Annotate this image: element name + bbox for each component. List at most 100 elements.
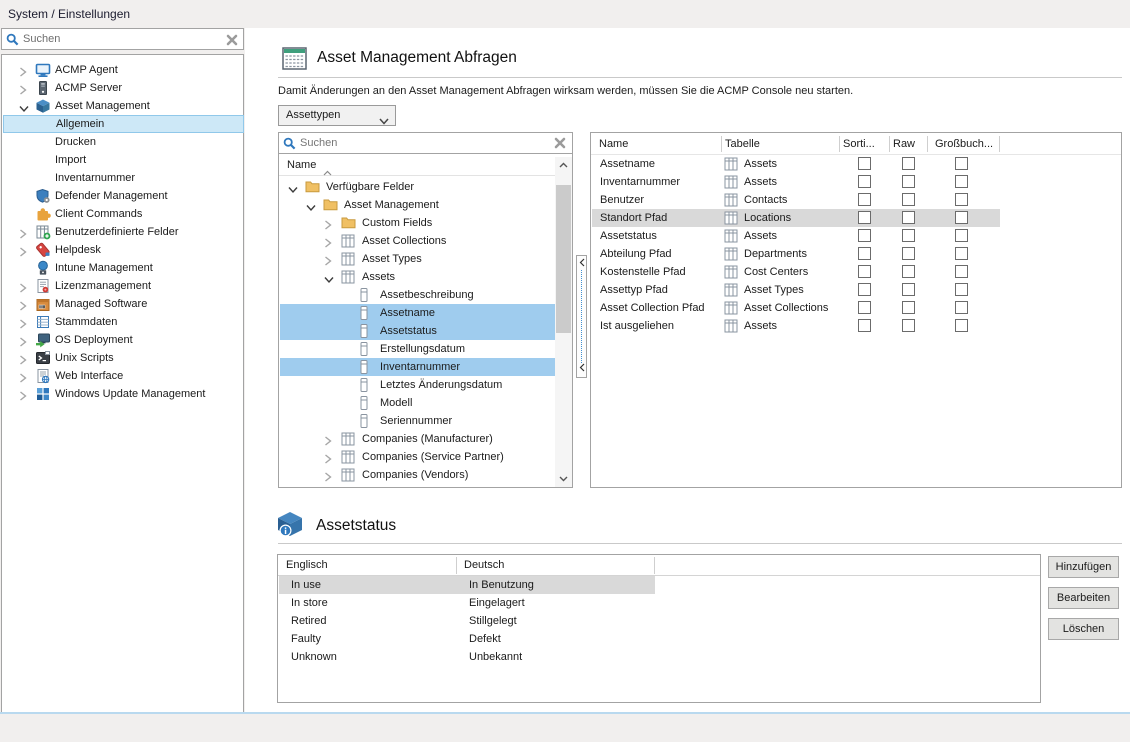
grossbuchstaben-checkbox[interactable] [955, 229, 968, 242]
status-row-unknown[interactable]: Unknown Unbekannt [279, 648, 655, 666]
tree-item-custom-fields[interactable]: Custom Fields [280, 214, 556, 232]
tree-item-seriennummer[interactable]: Seriennummer [280, 412, 556, 430]
columns-row-benutzer[interactable]: Benutzer Contacts [592, 191, 1000, 209]
fields-scrollbar[interactable] [555, 157, 572, 487]
raw-checkbox[interactable] [902, 247, 915, 260]
sidebar-item-import[interactable]: Import [3, 151, 244, 169]
raw-checkbox[interactable] [902, 265, 915, 278]
columns-row-asset-collection-pfad[interactable]: Asset Collection Pfad Asset Collections [592, 299, 1000, 317]
scroll-up-button[interactable] [555, 157, 572, 173]
status-row-in-use[interactable]: In use In Benutzung [279, 576, 655, 594]
raw-checkbox[interactable] [902, 283, 915, 296]
sortierung-checkbox[interactable] [858, 229, 871, 242]
sortierung-checkbox[interactable] [858, 157, 871, 170]
collapse-left-icon[interactable] [579, 363, 585, 375]
raw-checkbox[interactable] [902, 301, 915, 314]
sidebar-item-windows-update-management[interactable]: Windows Update Management [3, 385, 244, 403]
sidebar-item-asset-management[interactable]: Asset Management [3, 97, 244, 115]
sortierung-checkbox[interactable] [858, 175, 871, 188]
sidebar-item-acmp-server[interactable]: ACMP Server [3, 79, 244, 97]
sidebar-search-input[interactable] [23, 31, 221, 47]
fields-column-header[interactable]: Name [279, 155, 572, 176]
tree-item-companies-vendors[interactable]: Companies (Vendors) [280, 466, 556, 484]
column-header-englisch[interactable]: Englisch [286, 555, 328, 576]
sidebar-item-drucken[interactable]: Drucken [3, 133, 244, 151]
grossbuchstaben-checkbox[interactable] [955, 283, 968, 296]
tree-item-assets[interactable]: Assets [280, 268, 556, 286]
grossbuchstaben-checkbox[interactable] [955, 247, 968, 260]
raw-checkbox[interactable] [902, 229, 915, 242]
clear-search-icon[interactable] [554, 137, 566, 152]
raw-checkbox[interactable] [902, 175, 915, 188]
columns-row-assetname[interactable]: Assetname Assets [592, 155, 1000, 173]
tree-item-erstellungsdatum[interactable]: Erstellungsdatum [280, 340, 556, 358]
add-button[interactable]: Hinzufügen [1048, 556, 1119, 578]
status-row-faulty[interactable]: Faulty Defekt [279, 630, 655, 648]
chevron-right-icon[interactable] [19, 389, 27, 407]
column-header-grossbuchstaben[interactable]: Großbuch... [935, 133, 993, 155]
grossbuchstaben-checkbox[interactable] [955, 301, 968, 314]
status-row-in-store[interactable]: In store Eingelagert [279, 594, 655, 612]
columns-row-kostenstelle-pfad[interactable]: Kostenstelle Pfad Cost Centers [592, 263, 1000, 281]
column-header-tabelle[interactable]: Tabelle [725, 133, 760, 155]
collapse-left-icon[interactable] [579, 258, 585, 270]
columns-row-inventarnummer[interactable]: Inventarnummer Assets [592, 173, 1000, 191]
sidebar-item-intune-management[interactable]: Intune Management [3, 259, 244, 277]
asset-type-dropdown[interactable]: Assettypen [278, 105, 396, 126]
tree-item-companies-manufacturer[interactable]: Companies (Manufacturer) [280, 430, 556, 448]
sidebar-item-web-interface[interactable]: Web Interface [3, 367, 244, 385]
panel-splitter[interactable] [576, 255, 587, 378]
column-header-deutsch[interactable]: Deutsch [464, 555, 504, 576]
sidebar-item-os-deployment[interactable]: OS Deployment [3, 331, 244, 349]
sidebar-item-defender-management[interactable]: Defender Management [3, 187, 244, 205]
sortierung-checkbox[interactable] [858, 265, 871, 278]
grossbuchstaben-checkbox[interactable] [955, 211, 968, 224]
columns-row-assetstatus[interactable]: Assetstatus Assets [592, 227, 1000, 245]
tree-item-inventarnummer[interactable]: Inventarnummer [280, 358, 556, 376]
tree-item-verfuegbare-felder[interactable]: Verfügbare Felder [280, 178, 556, 196]
fields-search-input[interactable] [300, 135, 545, 151]
sortierung-checkbox[interactable] [858, 301, 871, 314]
sidebar-item-managed-software[interactable]: Managed Software [3, 295, 244, 313]
delete-button[interactable]: Löschen [1048, 618, 1119, 640]
tree-item-asset-types[interactable]: Asset Types [280, 250, 556, 268]
sortierung-checkbox[interactable] [858, 247, 871, 260]
tree-item-letztes-aenderungsdatum[interactable]: Letztes Änderungsdatum [280, 376, 556, 394]
sortierung-checkbox[interactable] [858, 319, 871, 332]
column-header-raw[interactable]: Raw [893, 133, 915, 155]
grossbuchstaben-checkbox[interactable] [955, 319, 968, 332]
grossbuchstaben-checkbox[interactable] [955, 157, 968, 170]
sidebar-item-benutzerdefinierte-felder[interactable]: Benutzerdefinierte Felder [3, 223, 244, 241]
grossbuchstaben-checkbox[interactable] [955, 175, 968, 188]
tree-item-assetbeschreibung[interactable]: Assetbeschreibung [280, 286, 556, 304]
grossbuchstaben-checkbox[interactable] [955, 193, 968, 206]
tree-item-companies-service-partner[interactable]: Companies (Service Partner) [280, 448, 556, 466]
sidebar-item-helpdesk[interactable]: Helpdesk [3, 241, 244, 259]
sidebar-item-stammdaten[interactable]: Stammdaten [3, 313, 244, 331]
raw-checkbox[interactable] [902, 319, 915, 332]
sidebar-item-lizenzmanagement[interactable]: Lizenzmanagement [3, 277, 244, 295]
raw-checkbox[interactable] [902, 211, 915, 224]
sidebar-item-inventarnummer[interactable]: Inventarnummer [3, 169, 244, 187]
status-row-retired[interactable]: Retired Stillgelegt [279, 612, 655, 630]
sidebar-item-client-commands[interactable]: Client Commands [3, 205, 244, 223]
scrollbar-thumb[interactable] [556, 185, 571, 333]
tree-item-modell[interactable]: Modell [280, 394, 556, 412]
tree-item-assetstatus[interactable]: Assetstatus [280, 322, 556, 340]
column-header-name[interactable]: Name [599, 133, 628, 155]
sortierung-checkbox[interactable] [858, 283, 871, 296]
edit-button[interactable]: Bearbeiten [1048, 587, 1119, 609]
scroll-down-button[interactable] [555, 471, 572, 487]
sortierung-checkbox[interactable] [858, 211, 871, 224]
sidebar-item-acmp-agent[interactable]: ACMP Agent [3, 61, 244, 79]
columns-row-abteilung-pfad[interactable]: Abteilung Pfad Departments [592, 245, 1000, 263]
columns-row-ist-ausgeliehen[interactable]: Ist ausgeliehen Assets [592, 317, 1000, 335]
clear-search-icon[interactable] [226, 34, 238, 49]
raw-checkbox[interactable] [902, 193, 915, 206]
sidebar-item-unix-scripts[interactable]: Unix Scripts [3, 349, 244, 367]
column-header-sortierung[interactable]: Sorti... [843, 133, 875, 155]
sidebar-item-allgemein[interactable]: Allgemein [3, 115, 244, 133]
columns-row-assettyp-pfad[interactable]: Assettyp Pfad Asset Types [592, 281, 1000, 299]
tree-item-assetname[interactable]: Assetname [280, 304, 556, 322]
columns-row-standort-pfad[interactable]: Standort Pfad Locations [592, 209, 1000, 227]
